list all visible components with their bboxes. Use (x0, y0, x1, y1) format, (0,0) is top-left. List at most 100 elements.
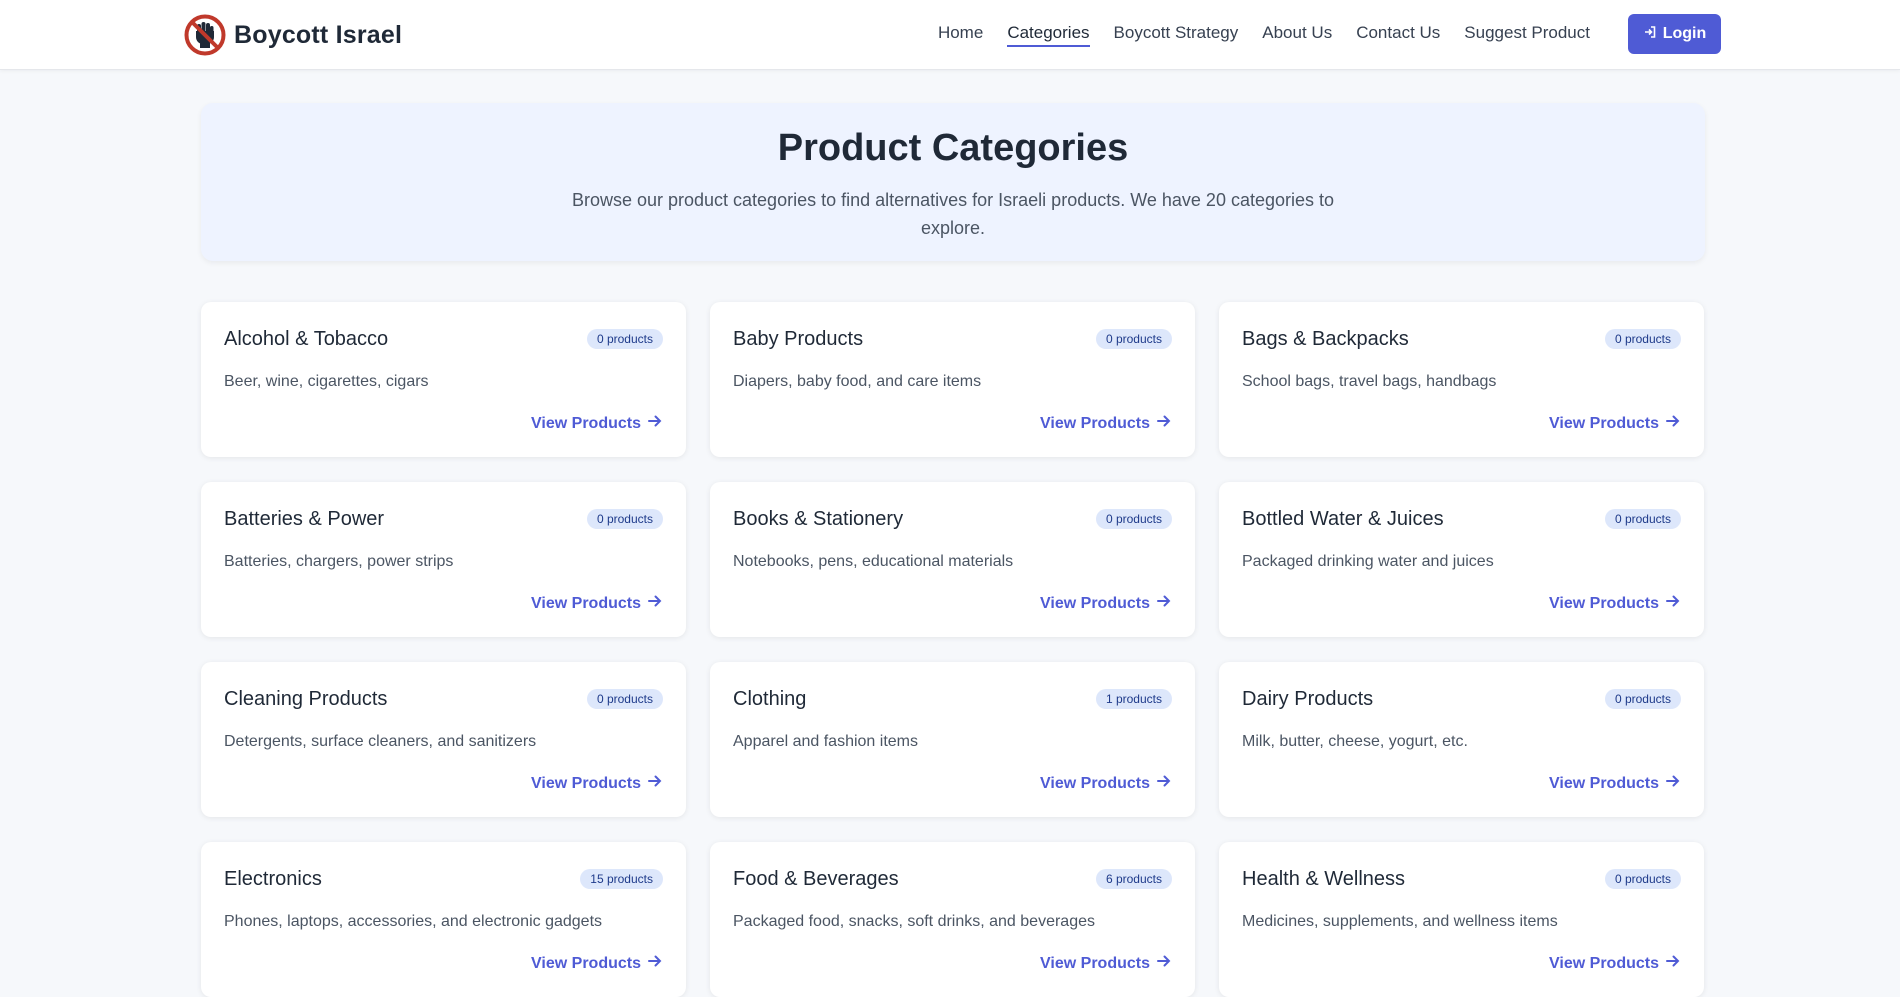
arrow-right-icon (1156, 953, 1172, 974)
raised-fist-prohibited-icon (184, 14, 226, 56)
category-title: Cleaning Products (224, 688, 388, 710)
category-card[interactable]: Electronics 15 products Phones, laptops,… (201, 842, 686, 997)
category-title: Books & Stationery (733, 508, 904, 530)
category-title: Health & Wellness (1242, 868, 1406, 890)
view-products-label: View Products (531, 594, 641, 612)
category-title: Baby Products (733, 328, 864, 350)
product-count-badge: 0 products (586, 329, 663, 349)
product-count-badge: 6 products (1095, 869, 1172, 889)
category-description: Beer, wine, cigarettes, cigars (224, 373, 429, 390)
view-products-link[interactable]: View Products (531, 773, 663, 794)
product-count-badge: 1 products (1095, 689, 1172, 709)
category-card[interactable]: Health & Wellness 0 products Medicines, … (1219, 842, 1704, 997)
category-card[interactable]: Books & Stationery 0 products Notebooks,… (710, 482, 1195, 637)
view-products-label: View Products (531, 414, 641, 432)
arrow-right-icon (1665, 953, 1681, 974)
category-description: Apparel and fashion items (733, 733, 918, 750)
category-description: Packaged drinking water and juices (1242, 553, 1494, 570)
view-products-label: View Products (1549, 414, 1659, 432)
category-card[interactable]: Dairy Products 0 products Milk, butter, … (1219, 662, 1704, 817)
page-title: Product Categories (777, 127, 1129, 169)
product-count-badge: 0 products (1604, 869, 1681, 889)
arrow-right-icon (647, 413, 663, 434)
nav-boycott-strategy[interactable]: Boycott Strategy (1114, 23, 1239, 47)
view-products-link[interactable]: View Products (1549, 413, 1681, 434)
category-description: Milk, butter, cheese, yogurt, etc. (1242, 733, 1468, 750)
view-products-label: View Products (1549, 954, 1659, 972)
category-title: Electronics (224, 868, 322, 890)
login-label: Login (1662, 25, 1707, 42)
view-products-link[interactable]: View Products (1549, 773, 1681, 794)
product-count-badge: 15 products (580, 869, 663, 889)
nav-suggest-product[interactable]: Suggest Product (1464, 23, 1590, 47)
page-subtitle: Browse our product categories to find al… (571, 190, 1335, 238)
category-description: Detergents, surface cleaners, and saniti… (224, 733, 537, 750)
top-navbar: Boycott Israel Home Categories Boycott S… (0, 0, 1900, 70)
category-description: Notebooks, pens, educational materials (733, 553, 1014, 570)
view-products-label: View Products (1549, 774, 1659, 792)
category-card[interactable]: Clothing 1 products Apparel and fashion … (710, 662, 1195, 817)
nav-home[interactable]: Home (938, 23, 983, 47)
nav-contact-us[interactable]: Contact Us (1356, 23, 1440, 47)
product-count-badge: 0 products (1604, 329, 1681, 349)
view-products-label: View Products (1549, 594, 1659, 612)
arrow-right-icon (1665, 593, 1681, 614)
category-card[interactable]: Bottled Water & Juices 0 products Packag… (1219, 482, 1704, 637)
category-card[interactable]: Batteries & Power 0 products Batteries, … (201, 482, 686, 637)
category-card[interactable]: Baby Products 0 products Diapers, baby f… (710, 302, 1195, 457)
category-card[interactable]: Alcohol & Tobacco 0 products Beer, wine,… (201, 302, 686, 457)
brand[interactable]: Boycott Israel (184, 14, 402, 56)
category-title: Bags & Backpacks (1242, 328, 1409, 350)
view-products-label: View Products (531, 774, 641, 792)
category-title: Batteries & Power (224, 508, 385, 530)
sign-in-icon (1643, 25, 1657, 44)
category-title: Alcohol & Tobacco (224, 328, 389, 350)
product-count-badge: 0 products (586, 509, 663, 529)
arrow-right-icon (1156, 593, 1172, 614)
product-count-badge: 0 products (586, 689, 663, 709)
nav-categories[interactable]: Categories (1007, 23, 1090, 47)
view-products-link[interactable]: View Products (1549, 953, 1681, 974)
view-products-link[interactable]: View Products (1040, 413, 1172, 434)
view-products-link[interactable]: View Products (1549, 593, 1681, 614)
arrow-right-icon (1156, 413, 1172, 434)
category-grid: Alcohol & Tobacco 0 products Beer, wine,… (201, 302, 1705, 997)
category-card[interactable]: Bags & Backpacks 0 products School bags,… (1219, 302, 1704, 457)
view-products-label: View Products (1040, 954, 1150, 972)
category-description: Packaged food, snacks, soft drinks, and … (733, 913, 1095, 930)
login-button[interactable]: Login (1628, 14, 1721, 54)
product-count-badge: 0 products (1095, 509, 1172, 529)
arrow-right-icon (647, 953, 663, 974)
view-products-link[interactable]: View Products (1040, 953, 1172, 974)
view-products-label: View Products (1040, 594, 1150, 612)
brand-name: Boycott Israel (234, 20, 403, 49)
view-products-label: View Products (1040, 774, 1150, 792)
category-description: School bags, travel bags, handbags (1242, 373, 1497, 390)
arrow-right-icon (647, 773, 663, 794)
category-card[interactable]: Cleaning Products 0 products Detergents,… (201, 662, 686, 817)
category-description: Medicines, supplements, and wellness ite… (1242, 913, 1558, 930)
view-products-label: View Products (531, 954, 641, 972)
category-title: Bottled Water & Juices (1242, 508, 1444, 530)
view-products-link[interactable]: View Products (531, 413, 663, 434)
category-card[interactable]: Food & Beverages 6 products Packaged foo… (710, 842, 1195, 997)
hero-banner: Product Categories Browse our product ca… (201, 103, 1705, 261)
view-products-link[interactable]: View Products (1040, 773, 1172, 794)
category-title: Clothing (733, 688, 807, 710)
product-count-badge: 0 products (1604, 509, 1681, 529)
arrow-right-icon (1665, 773, 1681, 794)
nav-about-us[interactable]: About Us (1262, 23, 1332, 47)
view-products-link[interactable]: View Products (1040, 593, 1172, 614)
arrow-right-icon (647, 593, 663, 614)
view-products-label: View Products (1040, 414, 1150, 432)
view-products-link[interactable]: View Products (531, 593, 663, 614)
arrow-right-icon (1665, 413, 1681, 434)
product-count-badge: 0 products (1604, 689, 1681, 709)
view-products-link[interactable]: View Products (531, 953, 663, 974)
category-title: Dairy Products (1242, 688, 1374, 710)
category-description: Diapers, baby food, and care items (733, 373, 982, 390)
main-nav: Home Categories Boycott Strategy About U… (938, 0, 1590, 70)
category-description: Batteries, chargers, power strips (224, 553, 454, 570)
category-description: Phones, laptops, accessories, and electr… (224, 913, 603, 930)
product-count-badge: 0 products (1095, 329, 1172, 349)
